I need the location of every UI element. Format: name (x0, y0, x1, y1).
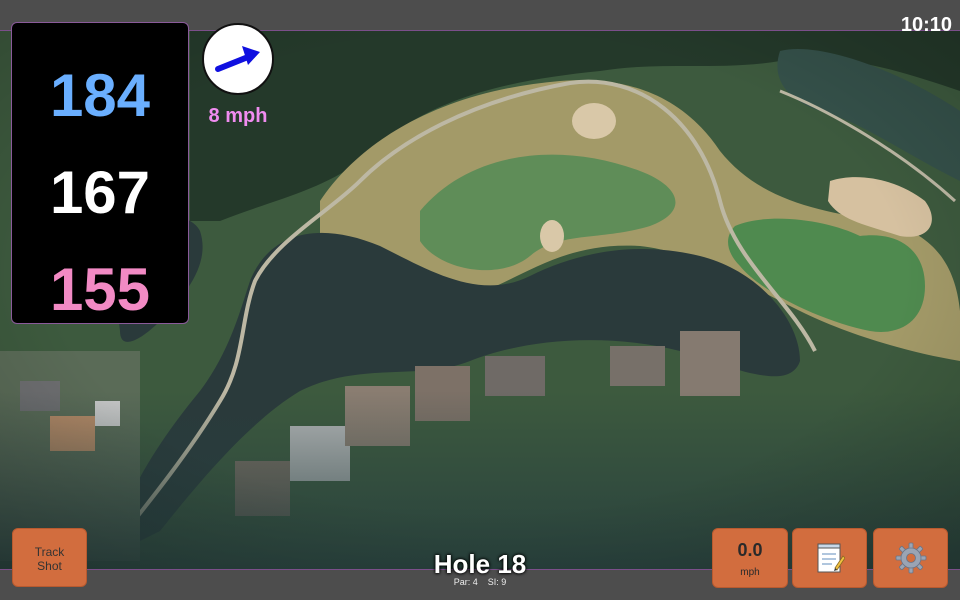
settings-button[interactable] (873, 528, 948, 588)
track-shot-button[interactable]: Track Shot (12, 528, 87, 587)
speed-button[interactable]: 0.0 mph (712, 528, 788, 588)
par-value: 4 (472, 577, 478, 587)
track-shot-label: Track Shot (34, 545, 65, 573)
si-value: 9 (501, 577, 507, 587)
par-label: Par: (453, 577, 471, 587)
si-label: SI: (487, 577, 499, 587)
front-distance: 155 (49, 256, 151, 323)
speed-value: 0.0 (737, 540, 763, 560)
speed-unit: mph (740, 567, 760, 578)
gear-icon (895, 542, 926, 574)
back-distance: 184 (49, 62, 151, 129)
arrow-right-icon (215, 46, 260, 72)
wind-direction-dial (202, 23, 274, 95)
hole-info: Par: 4 SI: 9 (380, 577, 580, 587)
hole-title: Hole 18 (433, 549, 527, 579)
wind-speed: 8 mph (208, 105, 268, 127)
middle-distance: 167 (49, 159, 151, 226)
status-clock: 10:10 (900, 14, 952, 36)
notes-button[interactable] (792, 528, 867, 588)
distance-panel: 184 167 155 (11, 22, 189, 324)
notepad-icon (817, 543, 845, 573)
